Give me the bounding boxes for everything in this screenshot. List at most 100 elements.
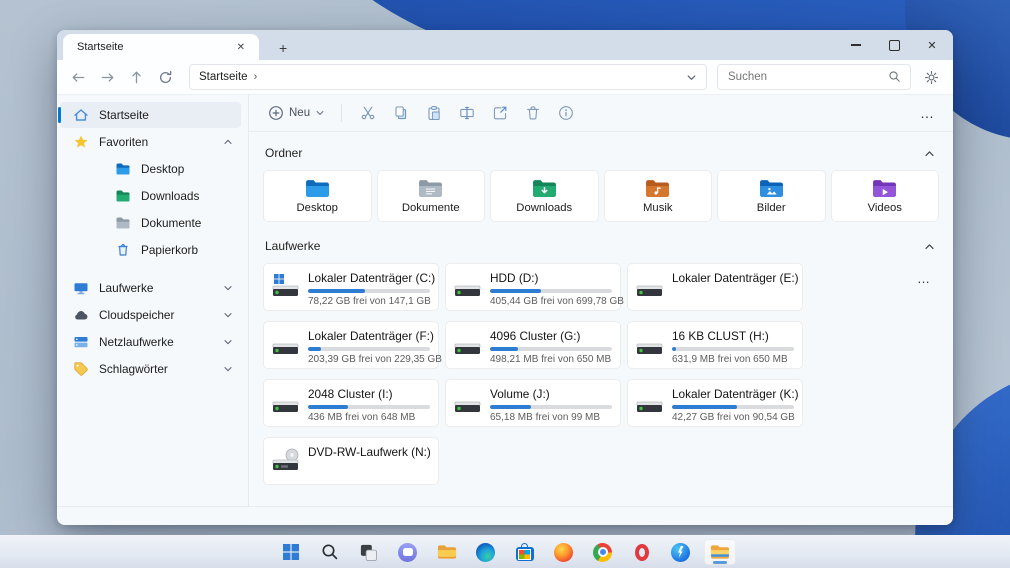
taskbar-folder-button[interactable] xyxy=(431,539,463,565)
free-space-text: 42,27 GB frei von 90,54 GB xyxy=(672,412,795,423)
plus-circle-icon xyxy=(269,106,283,120)
expand-button[interactable] xyxy=(223,310,233,320)
sidebar-item-startseite[interactable]: Startseite xyxy=(58,102,241,128)
breadcrumb[interactable]: Startseite › xyxy=(189,64,707,90)
drive-tile-f[interactable]: Lokaler Datenträger (F:) 203,39 GB frei … xyxy=(263,321,442,369)
taskbar-edge-button[interactable] xyxy=(470,539,502,565)
drive-tile-c[interactable]: Lokaler Datenträger (C:) 78,22 GB frei v… xyxy=(263,263,439,311)
hard-drive-icon xyxy=(272,401,299,412)
sidebar-item-laufwerke[interactable]: Laufwerke xyxy=(60,275,241,301)
sidebar-item-downloads[interactable]: Downloads xyxy=(60,183,241,209)
sidebar-item-papierkorb[interactable]: Papierkorb xyxy=(60,237,241,263)
folders-grid: Desktop Dokumente Downloads Musik Bilder… xyxy=(263,170,939,222)
sidebar-item-desktop[interactable]: Desktop xyxy=(60,156,241,182)
tab-startseite[interactable]: Startseite ✕ xyxy=(63,34,259,60)
up-button[interactable] xyxy=(123,64,150,90)
cut-button[interactable] xyxy=(354,100,381,126)
sidebar-item-cloudspeicher[interactable]: Cloudspeicher xyxy=(60,302,241,328)
folder-tile-downloads[interactable]: Downloads xyxy=(490,170,599,222)
drives-grid: Lokaler Datenträger (C:) 78,22 GB frei v… xyxy=(263,263,939,485)
status-bar xyxy=(57,506,953,525)
expand-button[interactable] xyxy=(223,337,233,347)
refresh-button[interactable] xyxy=(152,64,179,90)
taskbar-task-view-button[interactable] xyxy=(353,539,385,565)
windows-start-icon xyxy=(282,544,299,560)
task-view-icon xyxy=(360,544,378,561)
drive-tile-g[interactable]: 4096 Cluster (G:) 498,21 MB frei von 650… xyxy=(445,321,621,369)
taskbar-store-button[interactable] xyxy=(509,539,541,565)
capacity-bar xyxy=(308,405,430,409)
see-more-button[interactable]: … xyxy=(914,105,941,121)
drive-tile-e[interactable]: Lokaler Datenträger (E:) xyxy=(627,263,803,311)
taskbar-firefox-button[interactable] xyxy=(548,539,580,565)
settings-button[interactable] xyxy=(917,64,945,90)
drive-tile-d[interactable]: HDD (D:) 405,44 GB frei von 699,78 GB xyxy=(445,263,624,311)
capacity-bar xyxy=(672,405,794,409)
properties-button[interactable] xyxy=(552,100,579,126)
minimize-button[interactable] xyxy=(837,30,875,60)
tab-title: Startseite xyxy=(77,41,124,53)
share-button[interactable] xyxy=(486,100,513,126)
section-title: Ordner xyxy=(265,146,303,160)
opera-icon xyxy=(634,543,649,561)
taskbar-opera-button[interactable] xyxy=(626,539,658,565)
folder-tile-videos[interactable]: Videos xyxy=(830,170,939,222)
sidebar-item-netzlaufwerke[interactable]: Netzlaufwerke xyxy=(60,329,241,355)
new-button[interactable]: Neu xyxy=(261,100,332,126)
new-tab-button[interactable]: + xyxy=(273,41,293,55)
sidebar-item-label: Laufwerke xyxy=(99,281,154,295)
scissors-icon xyxy=(361,106,374,120)
close-button[interactable]: ✕ xyxy=(913,30,951,60)
drive-tile-i[interactable]: 2048 Cluster (I:) 436 MB frei von 648 MB xyxy=(263,379,439,427)
search-box[interactable] xyxy=(717,64,911,90)
delete-button[interactable] xyxy=(519,100,546,126)
taskbar-start-button[interactable] xyxy=(275,539,307,565)
taskbar-chrome-button[interactable] xyxy=(587,539,619,565)
drive-tile-j[interactable]: Volume (J:) 65,18 MB frei von 99 MB xyxy=(445,379,621,427)
rename-button[interactable] xyxy=(453,100,480,126)
tab-close-icon[interactable]: ✕ xyxy=(233,40,249,55)
drive-tile-h[interactable]: 16 KB CLUST (H:) 631,9 MB frei von 650 M… xyxy=(627,321,803,369)
main-pane: Neu … Ordner Desktop Dokumente Downloads… xyxy=(249,95,953,506)
search-icon[interactable] xyxy=(888,70,902,84)
sidebar-item-schlagwoerter[interactable]: Schlagwörter xyxy=(60,356,241,382)
forward-button[interactable] xyxy=(94,64,121,90)
breadcrumb-item[interactable]: Startseite xyxy=(199,71,248,83)
maximize-button[interactable] xyxy=(875,30,913,60)
sidebar-item-favoriten[interactable]: Favoriten xyxy=(60,129,241,155)
sidebar-separator xyxy=(57,264,245,274)
taskbar-search-button[interactable] xyxy=(314,539,346,565)
microsoft-store-icon xyxy=(515,543,534,561)
taskbar-file-explorer-button[interactable] xyxy=(703,539,736,565)
toolbar-divider xyxy=(341,104,343,122)
search-input[interactable] xyxy=(726,70,888,84)
file-explorer-icon xyxy=(710,545,729,559)
copy-button[interactable] xyxy=(387,100,414,126)
address-dropdown-button[interactable] xyxy=(686,72,697,83)
drive-tile-k[interactable]: Lokaler Datenträger (K:) 42,27 GB frei v… xyxy=(627,379,803,427)
free-space-text: 203,39 GB frei von 229,35 GB xyxy=(308,354,442,365)
folder-tile-bilder[interactable]: Bilder xyxy=(717,170,826,222)
expand-button[interactable] xyxy=(223,283,233,293)
collapse-section-button[interactable] xyxy=(924,241,937,252)
sidebar-item-label: Cloudspeicher xyxy=(99,308,175,322)
folder-tile-dokumente[interactable]: Dokumente xyxy=(376,170,485,222)
folder-tile-desktop[interactable]: Desktop xyxy=(263,170,372,222)
taskbar-boost-button[interactable] xyxy=(665,539,697,565)
folder-tile-musik[interactable]: Musik xyxy=(603,170,712,222)
back-button[interactable] xyxy=(65,64,92,90)
expand-button[interactable] xyxy=(223,364,233,374)
documents-folder-icon xyxy=(419,180,443,197)
address-bar: Startseite › xyxy=(57,60,953,95)
collapse-section-button[interactable] xyxy=(924,148,937,159)
taskbar-chat-button[interactable] xyxy=(392,539,424,565)
free-space-text: 78,22 GB frei von 147,1 GB xyxy=(308,296,431,307)
paste-button[interactable] xyxy=(420,100,447,126)
drive-tile-n[interactable]: DVD-RW-Laufwerk (N:) xyxy=(263,437,439,485)
drives-see-more-button[interactable]: … xyxy=(911,269,937,288)
sidebar-item-label: Papierkorb xyxy=(141,243,199,257)
collapse-button[interactable] xyxy=(223,137,233,147)
copy-icon xyxy=(395,106,406,120)
sidebar-item-dokumente[interactable]: Dokumente xyxy=(60,210,241,236)
ellipsis-icon: … xyxy=(920,105,935,121)
